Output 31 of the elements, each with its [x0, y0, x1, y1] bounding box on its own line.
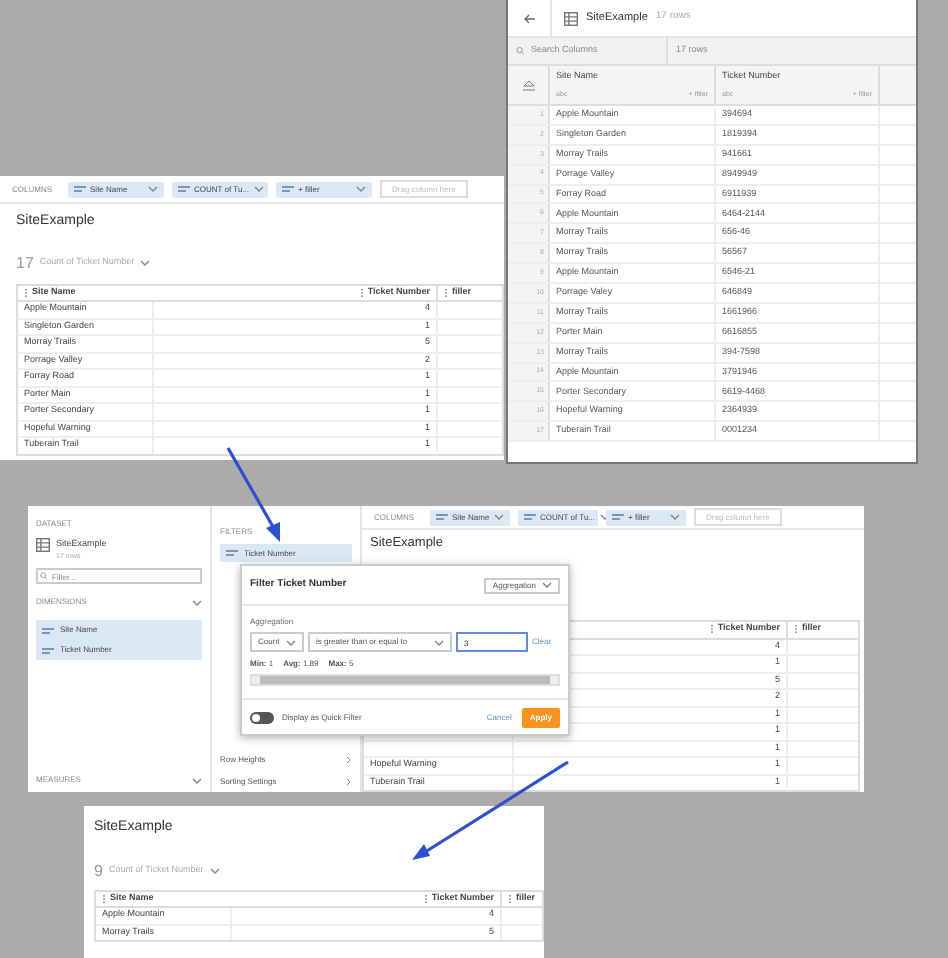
- caret-icon: [670, 514, 681, 521]
- caret-icon: [356, 186, 367, 192]
- table-icon: [36, 538, 50, 552]
- quick-filter-toggle[interactable]: [250, 711, 274, 723]
- caret-icon: [542, 582, 552, 588]
- search-icon: [516, 46, 525, 56]
- caret-icon: [253, 186, 264, 192]
- table-icon: [564, 11, 578, 25]
- back-arrow-icon[interactable]: [523, 13, 535, 23]
- caret-icon: [140, 260, 151, 266]
- caret-icon: [494, 514, 505, 521]
- caret-icon: [599, 514, 610, 521]
- dimension-icon: [42, 647, 54, 653]
- dimension-icon: [436, 514, 449, 521]
- caret-icon: [209, 868, 220, 874]
- caret-icon: [192, 777, 202, 783]
- count-value: 9: [94, 859, 103, 883]
- caret-icon: [434, 639, 444, 645]
- dimension-icon: [282, 186, 295, 192]
- caret-icon: [148, 186, 159, 192]
- dimension-icon: [178, 186, 191, 192]
- caret-icon: [286, 639, 296, 645]
- caret-icon: [192, 599, 202, 605]
- search-icon: [40, 572, 48, 580]
- range-scrollbar[interactable]: [250, 674, 560, 686]
- dimension-icon: [226, 550, 238, 556]
- dimension-icon: [524, 514, 537, 521]
- dimension-icon: [42, 627, 54, 633]
- dimension-icon: [612, 514, 625, 521]
- dimension-icon: [74, 186, 87, 192]
- count-value: 17: [16, 251, 34, 275]
